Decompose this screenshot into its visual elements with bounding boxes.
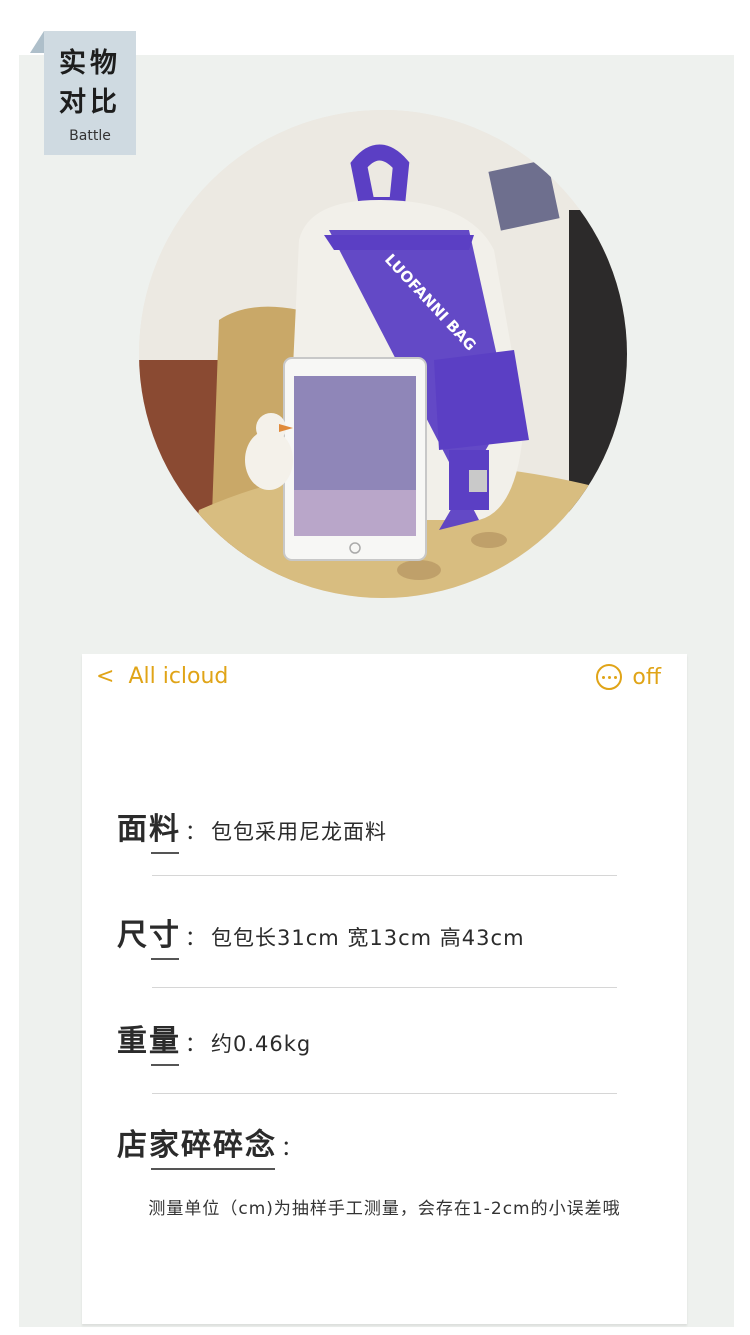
more-icon xyxy=(596,664,623,690)
spec-row-shop-notes: 店家碎碎念 ： xyxy=(117,1120,303,1170)
badge-fold xyxy=(30,31,44,53)
notes-card: < All icloud off 面料 ： 包包采用尼龙面料 尺寸 ： 包包长31… xyxy=(82,654,687,1324)
divider xyxy=(152,987,617,988)
badge-title-line2: 对比 xyxy=(59,87,121,118)
more-button[interactable]: off xyxy=(596,664,661,690)
badge-subtitle: Battle xyxy=(69,128,111,144)
spec-row-size: 尺寸 ： 包包长31cm 宽13cm 高43cm xyxy=(117,910,525,960)
divider xyxy=(152,875,617,876)
spec-label: 重量 xyxy=(117,1016,181,1066)
spec-label: 店家碎碎念 xyxy=(117,1120,277,1170)
measurement-note: 测量单位（cm)为抽样手工测量，会存在1-2cm的小误差哦 xyxy=(148,1199,621,1219)
more-label: off xyxy=(632,664,661,690)
spec-label: 面料 xyxy=(117,804,181,854)
spec-row-material: 面料 ： 包包采用尼龙面料 xyxy=(117,804,387,854)
product-photo: LUOFANNI BAG xyxy=(139,110,627,598)
chevron-left-icon: < xyxy=(96,664,115,689)
badge-title-line1: 实物 xyxy=(59,48,121,79)
divider xyxy=(152,1093,617,1094)
spec-separator: ： xyxy=(185,1032,207,1056)
spec-value: 包包长31cm 宽13cm 高43cm xyxy=(211,926,525,950)
spec-value: 包包采用尼龙面料 xyxy=(211,820,387,844)
back-label: All icloud xyxy=(128,664,229,689)
spec-value: 约0.46kg xyxy=(211,1032,312,1056)
spec-separator: ： xyxy=(281,1136,303,1160)
spec-separator: ： xyxy=(185,926,207,950)
spec-label: 尺寸 xyxy=(117,910,181,960)
section-badge: 实物 对比 Battle xyxy=(44,31,136,155)
spec-separator: ： xyxy=(185,820,207,844)
spec-row-weight: 重量 ： 约0.46kg xyxy=(117,1016,312,1066)
back-button[interactable]: < All icloud xyxy=(96,664,228,689)
